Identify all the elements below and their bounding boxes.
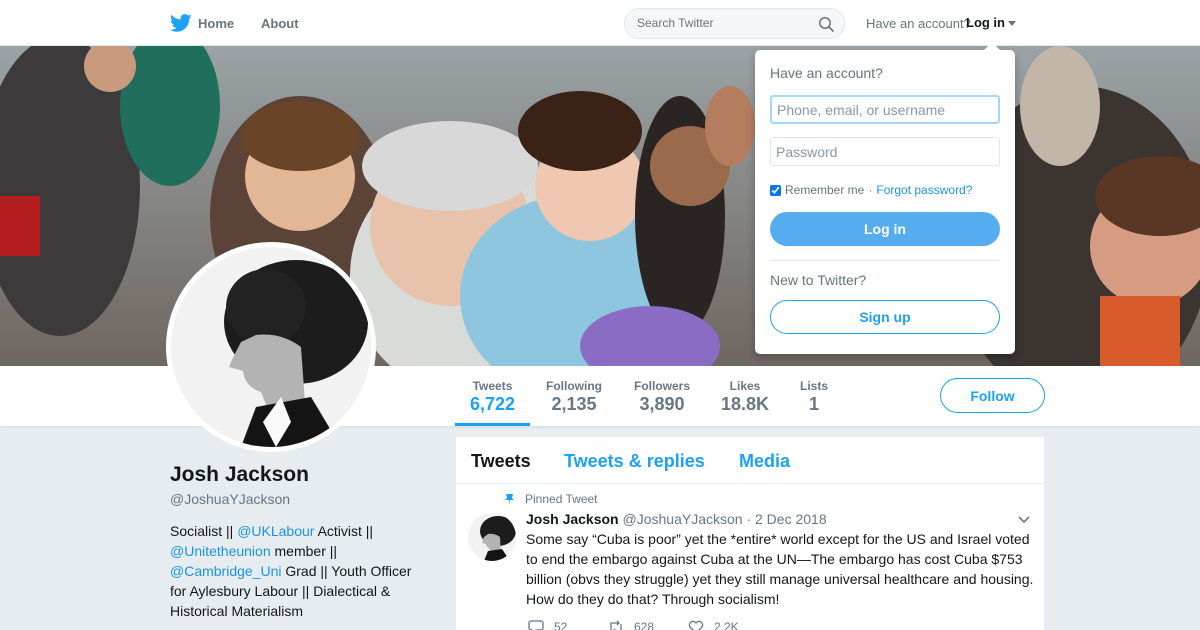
retweet-count: 628 xyxy=(634,620,655,630)
login-dropdown: Have an account? Remember me · Forgot pa… xyxy=(755,42,1015,354)
reply-icon xyxy=(528,620,544,630)
tweet-avatar-portrait xyxy=(468,513,516,561)
stat-likes[interactable]: Likes 18.8K xyxy=(715,366,775,426)
like-button[interactable]: 2.2K xyxy=(688,620,739,630)
remember-me-checkbox[interactable] xyxy=(770,184,781,196)
profile-handle[interactable]: @JoshuaYJackson xyxy=(170,491,290,507)
stat-tweets-label: Tweets xyxy=(472,379,513,393)
stat-followers[interactable]: Followers 3,890 xyxy=(628,366,696,426)
tweet-date[interactable]: · 2 Dec 2018 xyxy=(746,511,826,527)
timeline-tabs: Tweets Tweets & replies Media xyxy=(456,437,1044,484)
stat-likes-value: 18.8K xyxy=(720,394,770,414)
stat-lists-value: 1 xyxy=(808,394,819,414)
chevron-down-icon[interactable] xyxy=(1008,21,1016,26)
separator-dot: · xyxy=(868,183,873,197)
search-input[interactable] xyxy=(637,16,807,30)
tweet-author-name[interactable]: Josh Jackson xyxy=(526,511,619,527)
search-icon[interactable] xyxy=(818,16,834,32)
remember-me-row: Remember me · Forgot password? xyxy=(770,183,972,197)
bio-text: Socialist || xyxy=(170,523,238,539)
stat-lists-label: Lists xyxy=(799,379,828,393)
stat-followers-label: Followers xyxy=(633,379,690,393)
password-field[interactable] xyxy=(770,137,1000,166)
tweet-avatar[interactable] xyxy=(468,513,516,561)
profile-bio: Socialist || @UKLabour Activist || @Unit… xyxy=(170,521,420,621)
bio-link-unitetheunion[interactable]: @Unitetheunion xyxy=(170,543,271,559)
follow-button[interactable]: Follow xyxy=(940,378,1045,413)
reply-count: 52 xyxy=(554,620,568,630)
remember-me-label[interactable]: Remember me xyxy=(785,183,864,197)
twitter-bird-icon xyxy=(170,14,192,32)
tab-media[interactable]: Media xyxy=(739,451,790,472)
reply-button[interactable]: 52 xyxy=(528,620,567,630)
tweet-author-handle[interactable]: @JoshuaYJackson xyxy=(623,511,743,527)
have-account-text: Have an account? xyxy=(866,16,971,31)
search-box[interactable] xyxy=(624,8,845,39)
nav-home-label: Home xyxy=(198,15,235,31)
nav-about-link[interactable]: About xyxy=(261,16,299,31)
profile-avatar[interactable] xyxy=(166,242,376,452)
stat-following[interactable]: Following 2,135 xyxy=(540,366,608,426)
bio-link-cambridge-uni[interactable]: @Cambridge_Uni xyxy=(170,563,281,579)
new-to-twitter-text: New to Twitter? xyxy=(770,272,867,288)
pinned-tweet-label: Pinned Tweet xyxy=(525,492,598,506)
login-menu-link[interactable]: Log in xyxy=(966,15,1005,30)
login-button[interactable]: Log in xyxy=(770,212,1000,246)
bio-link-uklabour[interactable]: @UKLabour xyxy=(237,523,314,539)
tab-tweets[interactable]: Tweets xyxy=(471,451,531,472)
stat-followers-value: 3,890 xyxy=(639,394,685,414)
top-navigation: Home About Have an account? Log in xyxy=(0,0,1200,46)
stat-lists[interactable]: Lists 1 xyxy=(792,366,836,426)
bio-text: member || xyxy=(270,543,338,559)
avatar-portrait xyxy=(171,247,371,447)
divider xyxy=(770,260,1000,261)
heart-icon xyxy=(688,620,704,630)
stat-tweets[interactable]: Tweets 6,722 xyxy=(455,366,530,426)
stat-likes-label: Likes xyxy=(729,379,761,393)
tab-tweets-and-replies[interactable]: Tweets & replies xyxy=(564,451,705,472)
stat-following-label: Following xyxy=(546,379,602,393)
stat-tweets-value: 6,722 xyxy=(469,394,516,414)
chevron-down-icon[interactable] xyxy=(1017,515,1031,525)
username-field[interactable] xyxy=(770,95,1000,124)
profile-name[interactable]: Josh Jackson xyxy=(170,463,309,487)
bio-text: Activist || xyxy=(314,523,374,539)
tweet-text: Some say “Cuba is poor” yet the *entire*… xyxy=(526,531,1034,607)
retweet-icon xyxy=(610,620,622,630)
timeline: Tweets Tweets & replies Media Pinned Twe… xyxy=(456,437,1044,630)
dropdown-arrow xyxy=(984,42,1000,50)
pin-icon xyxy=(505,494,514,505)
retweet-button[interactable]: 628 xyxy=(608,620,654,630)
tweet-header: Josh Jackson @JoshuaYJackson · 2 Dec 201… xyxy=(526,511,827,527)
nav-home-link[interactable]: Home xyxy=(170,12,234,34)
forgot-password-link[interactable]: Forgot password? xyxy=(876,183,972,197)
dropdown-title: Have an account? xyxy=(770,65,883,81)
like-count: 2.2K xyxy=(714,620,739,630)
stat-following-value: 2,135 xyxy=(551,394,597,414)
signup-button[interactable]: Sign up xyxy=(770,300,1000,334)
